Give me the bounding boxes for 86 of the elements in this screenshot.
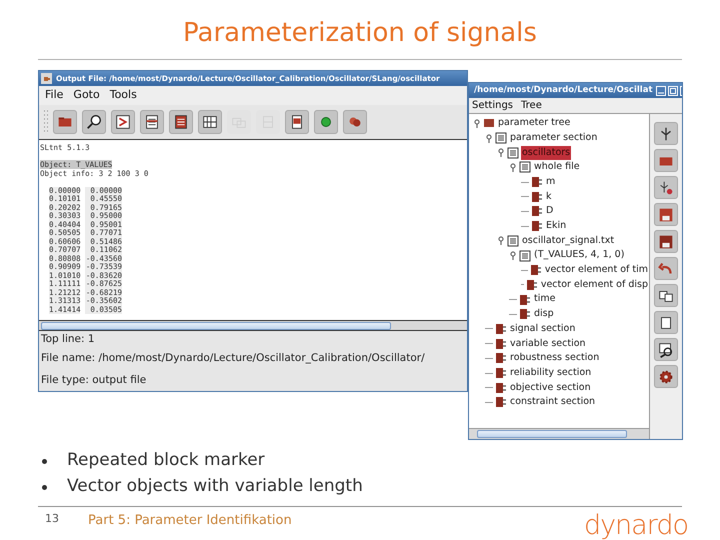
toolbar-button[interactable]: [140, 110, 164, 134]
list-icon: [507, 146, 519, 159]
node-label[interactable]: robustness section: [509, 351, 600, 366]
toolbar-button[interactable]: [82, 110, 106, 134]
block-icon: [531, 220, 543, 232]
horizontal-scrollbar[interactable]: [39, 320, 467, 331]
minimize-icon[interactable]: [656, 86, 666, 96]
toolbar-button[interactable]: [654, 365, 678, 388]
toolbar-button[interactable]: [654, 122, 678, 145]
pin-icon[interactable]: [497, 236, 505, 246]
node-label[interactable]: parameter tree: [497, 116, 572, 130]
menu-item[interactable]: Settings: [472, 98, 514, 113]
toolbar-button[interactable]: [169, 110, 193, 134]
footer-text: Part 5: Parameter Identifikation: [88, 512, 292, 530]
node-label[interactable]: Ekin: [545, 219, 568, 234]
node-label[interactable]: time: [533, 292, 556, 307]
bullet-text: Repeated block marker: [67, 449, 265, 472]
scrollbar-thumb[interactable]: [41, 322, 391, 330]
pin-icon[interactable]: [473, 118, 481, 128]
toolbar-button[interactable]: [654, 230, 678, 253]
block-icon: [495, 396, 507, 408]
toolbar-button[interactable]: [198, 110, 222, 134]
block-icon: [495, 382, 507, 394]
block-icon: [495, 322, 507, 335]
toolbar-button[interactable]: [111, 110, 135, 134]
block-icon: [495, 338, 507, 350]
status-text: File type: output file: [41, 373, 146, 388]
menu-item[interactable]: Tree: [521, 98, 542, 113]
toolbar-button[interactable]: [285, 110, 309, 134]
node-label[interactable]: disp: [533, 307, 555, 322]
node-label[interactable]: vector element of disp: [540, 278, 649, 292]
node-label[interactable]: oscillator_signal.txt: [521, 234, 616, 248]
node-label[interactable]: objective section: [509, 380, 592, 395]
magnifier-icon: [85, 113, 103, 131]
logo: dynardo: [584, 511, 688, 540]
floppy-icon: [657, 232, 675, 250]
stack-icon: [172, 113, 190, 131]
horizontal-scrollbar[interactable]: [469, 428, 649, 439]
scrollbar-thumb[interactable]: [477, 430, 627, 438]
document-icon: [143, 113, 161, 131]
menu-item[interactable]: Goto: [73, 87, 100, 104]
block-icon: [519, 294, 531, 306]
block-icon: [530, 264, 542, 276]
search-icon: [657, 340, 675, 358]
menu-item[interactable]: File: [45, 87, 64, 104]
list-icon: [507, 234, 519, 247]
status-text: File name: /home/most/Dynardo/Lecture/Oscillator_Calibration/Oscillator/: [41, 351, 425, 366]
block-icon: [531, 205, 543, 218]
window-title: /home/most/Dynardo/Lecture/Oscillat: [474, 84, 653, 97]
node-label[interactable]: k: [545, 190, 553, 204]
block-icon: [495, 352, 507, 364]
maximize-icon[interactable]: [668, 86, 678, 96]
node-label[interactable]: m: [545, 174, 556, 190]
node-label[interactable]: (T_VALUES, 4, 1, 0): [533, 248, 626, 263]
toolbar-button[interactable]: [654, 284, 678, 307]
block-icon: [519, 308, 531, 320]
pin-icon[interactable]: [497, 148, 505, 158]
grid-icon: [201, 113, 219, 131]
node-label[interactable]: signal section: [509, 322, 576, 336]
block-icon: [531, 190, 543, 203]
pin-icon[interactable]: [485, 134, 493, 143]
node-label[interactable]: D: [545, 204, 554, 219]
page-number: 13: [44, 511, 60, 527]
gear-icon: [657, 368, 675, 386]
node-label[interactable]: vector element of tim: [544, 263, 649, 278]
slide-title: Parameterization of signals: [183, 17, 537, 50]
node-label[interactable]: whole file: [533, 160, 581, 175]
floppy-icon: [657, 206, 675, 224]
node-label[interactable]: constraint section: [509, 395, 596, 410]
list-icon: [519, 250, 531, 262]
node-label[interactable]: variable section: [509, 336, 587, 351]
block-icon: [526, 278, 538, 291]
toolbar-button[interactable]: [654, 338, 678, 361]
pin-icon[interactable]: [509, 251, 517, 260]
pin-icon[interactable]: [509, 162, 517, 172]
status-text: Top line: 1: [41, 332, 95, 348]
list-icon: [519, 161, 531, 174]
node-label[interactable]: parameter section: [509, 130, 598, 146]
bullet-text: Vector objects with variable length: [67, 475, 363, 498]
block-icon: [531, 176, 543, 188]
menu-item[interactable]: Tools: [110, 87, 137, 104]
toolbar-button[interactable]: [654, 311, 678, 334]
list-icon: [495, 132, 507, 144]
node-label[interactable]: reliability section: [509, 366, 592, 380]
play-icon: [114, 113, 132, 131]
block-icon: [495, 367, 507, 380]
